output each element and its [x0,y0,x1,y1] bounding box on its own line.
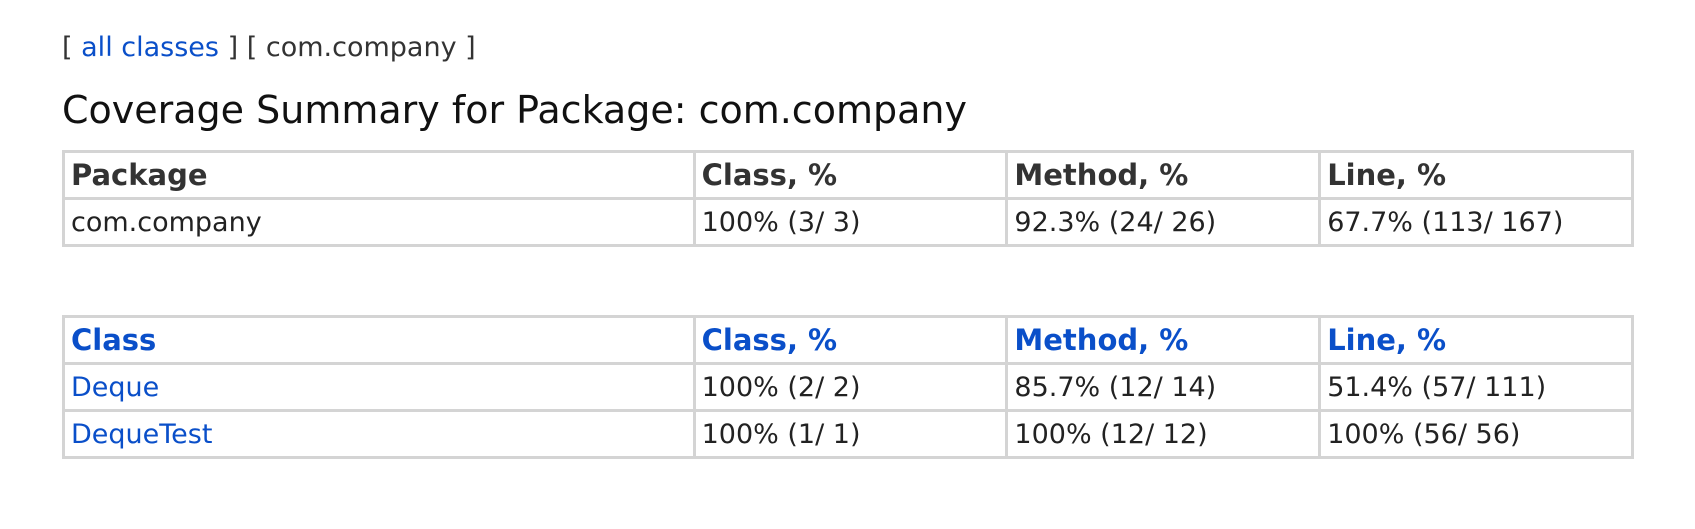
class-link-deque[interactable]: Deque [71,372,159,403]
sort-by-class-percent-header[interactable]: Class, % [692,315,1009,365]
class-link-dequetest[interactable]: DequeTest [71,419,212,450]
cell-class-coverage: 100% (3/ 3) [692,197,1009,247]
cell-class-coverage: 100% (1/ 1) [692,409,1009,459]
cell-line-coverage: 67.7% (113/ 167) [1318,197,1634,247]
cell-method-coverage: 85.7% (12/ 14) [1005,362,1322,412]
table-row: Deque 100% (2/ 2) 85.7% (12/ 14) 51.4% (… [62,362,1634,412]
table-row: com.company 100% (3/ 3) 92.3% (24/ 26) 6… [62,197,1634,247]
header-line-percent: Line, % [1318,150,1634,200]
breadcrumb-bracket-open: [ [62,32,73,63]
breadcrumb-bracket-close: ] [465,32,476,63]
page-title: Coverage Summary for Package: com.compan… [62,88,967,132]
breadcrumb-bracket-open: [ [246,32,258,63]
cell-line-coverage: 100% (56/ 56) [1318,409,1634,459]
table-header-row: Class Class, % Method, % Line, % [62,315,1634,365]
breadcrumb-package: com.company [265,32,457,63]
coverage-page: [ all classes ] [ com.company ] Coverage… [62,30,1634,459]
class-name-cell: DequeTest [62,409,696,459]
breadcrumb-bracket-close: ] [227,32,239,63]
cell-package-name: com.company [62,197,696,247]
class-name-cell: Deque [62,362,696,412]
package-coverage-table: Package Class, % Method, % Line, % com.c… [62,150,1634,247]
cell-method-coverage: 100% (12/ 12) [1005,409,1322,459]
class-coverage-table: Class Class, % Method, % Line, % Deque 1… [62,315,1634,459]
table-header-row: Package Class, % Method, % Line, % [62,150,1634,200]
header-class-percent: Class, % [692,150,1009,200]
cell-method-coverage: 92.3% (24/ 26) [1005,197,1322,247]
header-method-percent: Method, % [1005,150,1322,200]
header-package: Package [62,150,696,200]
sort-by-class-header[interactable]: Class [62,315,696,365]
cell-line-coverage: 51.4% (57/ 111) [1318,362,1634,412]
cell-class-coverage: 100% (2/ 2) [692,362,1009,412]
breadcrumb: [ all classes ] [ com.company ] [62,30,1632,66]
table-row: DequeTest 100% (1/ 1) 100% (12/ 12) 100%… [62,409,1634,459]
sort-by-method-percent-header[interactable]: Method, % [1005,315,1322,365]
sort-by-line-percent-header[interactable]: Line, % [1318,315,1634,365]
all-classes-link[interactable]: all classes [81,32,219,63]
